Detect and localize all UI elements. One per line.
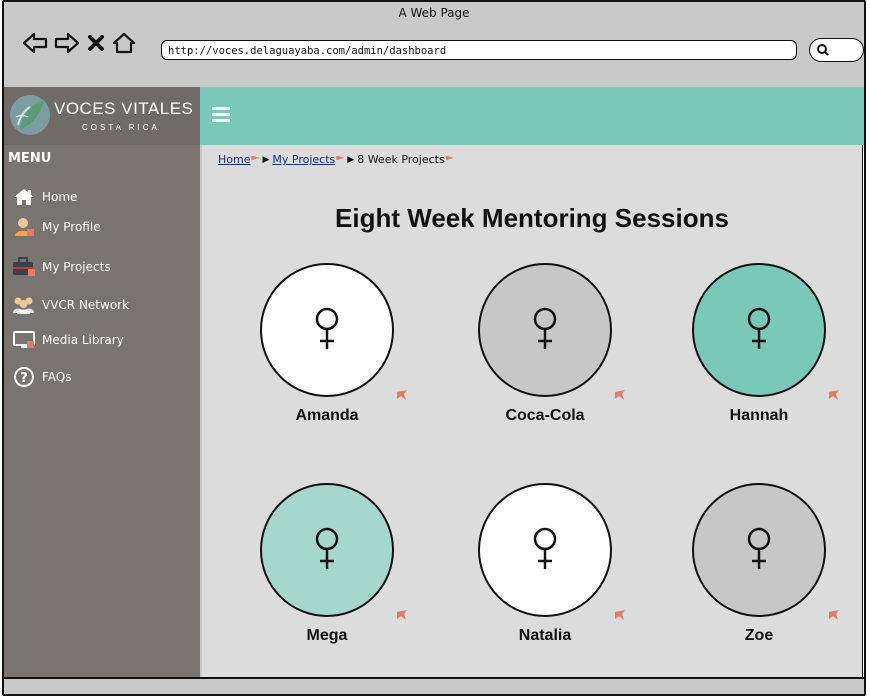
sidebar-item-home[interactable]: Home (12, 187, 77, 207)
sidebar-item-label: Media Library (42, 333, 124, 347)
chevron-right-icon: ▶ (262, 154, 270, 165)
logo-name: VOCES VITALES (54, 99, 194, 118)
female-symbol-icon (315, 527, 339, 569)
female-symbol-icon (747, 307, 771, 349)
sidebar-item-faqs[interactable]: ? FAQs (12, 367, 72, 387)
flag-icon (829, 605, 839, 620)
user-icon (12, 217, 36, 237)
session-name: Hannah (729, 407, 789, 424)
logo-subtitle: COSTA RICA (82, 123, 160, 132)
session-name: Amanda (295, 407, 359, 424)
home-browser-button[interactable] (112, 28, 136, 58)
session-avatar[interactable] (478, 483, 612, 617)
sidebar-item-label: FAQs (42, 370, 72, 384)
session-card[interactable]: Zoe (689, 483, 839, 645)
logo-leaf-icon (10, 95, 50, 135)
group-icon (12, 295, 36, 315)
flag-icon (615, 385, 625, 400)
session-name: Zoe (744, 627, 774, 644)
main-content: Home ▶ My Projects ▶ 8 Week Projects Eig… (202, 145, 862, 677)
close-icon (88, 35, 104, 51)
session-card[interactable]: Hannah (689, 263, 839, 425)
flag-icon (397, 385, 407, 400)
breadcrumb-current: 8 Week Projects (357, 153, 445, 166)
session-card[interactable]: Natalia (475, 483, 625, 645)
flag-icon (445, 155, 454, 161)
session-card[interactable]: Mega (257, 483, 407, 645)
flag-icon (336, 155, 345, 161)
breadcrumb-home-link[interactable]: Home (218, 153, 250, 166)
sidebar-item-media-library[interactable]: Media Library (12, 330, 124, 350)
female-symbol-icon (533, 307, 557, 349)
svg-text:?: ? (20, 371, 28, 386)
sidebar-item-label: My Profile (42, 220, 101, 234)
logo[interactable]: VOCES VITALES COSTA RICA (4, 87, 200, 145)
sidebar-item-my-projects[interactable]: My Projects (12, 257, 111, 277)
flag-icon (397, 605, 407, 620)
menu-title: MENU (8, 151, 52, 166)
sidebar-item-my-profile[interactable]: My Profile (12, 217, 101, 237)
browser-search-button[interactable] (809, 38, 864, 62)
browser-window: A Web Page http://voces.delaguayaba.com/… (2, 0, 866, 696)
app-header: VOCES VITALES COSTA RICA (4, 87, 864, 145)
forward-arrow-icon (54, 32, 80, 54)
scrollbar[interactable] (862, 145, 864, 677)
session-name: Natalia (518, 627, 572, 644)
status-bar (4, 677, 864, 694)
flag-icon (251, 155, 260, 161)
monitor-icon (12, 330, 36, 350)
female-symbol-icon (747, 527, 771, 569)
home-icon (12, 187, 36, 207)
session-avatar[interactable] (692, 263, 826, 397)
session-card[interactable]: Amanda (257, 263, 407, 425)
breadcrumb-projects-link[interactable]: My Projects (272, 153, 335, 166)
flag-icon (615, 605, 625, 620)
session-avatar[interactable] (478, 263, 612, 397)
session-avatar[interactable] (260, 263, 394, 397)
session-avatar[interactable] (692, 483, 826, 617)
sidebar-item-label: My Projects (42, 260, 111, 274)
sidebar-item-vvcr-network[interactable]: VVCR Network (12, 295, 129, 315)
hamburger-menu-icon[interactable] (212, 107, 230, 123)
sidebar-item-label: Home (42, 190, 78, 204)
female-symbol-icon (533, 527, 557, 569)
url-input[interactable]: http://voces.delaguayaba.com/admin/dashb… (161, 40, 797, 60)
stop-button[interactable] (86, 28, 106, 58)
back-arrow-icon (22, 32, 48, 54)
breadcrumb: Home ▶ My Projects ▶ 8 Week Projects (218, 153, 454, 166)
session-name: Coca-Cola (505, 407, 585, 424)
forward-button[interactable] (54, 28, 80, 58)
sidebar-item-label: VVCR Network (42, 298, 130, 312)
back-button[interactable] (22, 28, 48, 58)
page-title: Eight Week Mentoring Sessions (335, 203, 729, 233)
session-avatar[interactable] (260, 483, 394, 617)
question-icon: ? (12, 367, 36, 387)
session-card[interactable]: Coca-Cola (475, 263, 625, 425)
briefcase-icon (12, 257, 36, 277)
session-name: Mega (306, 627, 348, 644)
female-symbol-icon (315, 307, 339, 349)
chevron-right-icon: ▶ (347, 154, 355, 165)
flag-icon (829, 385, 839, 400)
home-outline-icon (112, 32, 136, 54)
search-icon (817, 44, 829, 56)
window-title: A Web Page (398, 6, 470, 20)
sidebar: MENU Home My Profile My Projects VVCR Ne… (4, 145, 200, 677)
